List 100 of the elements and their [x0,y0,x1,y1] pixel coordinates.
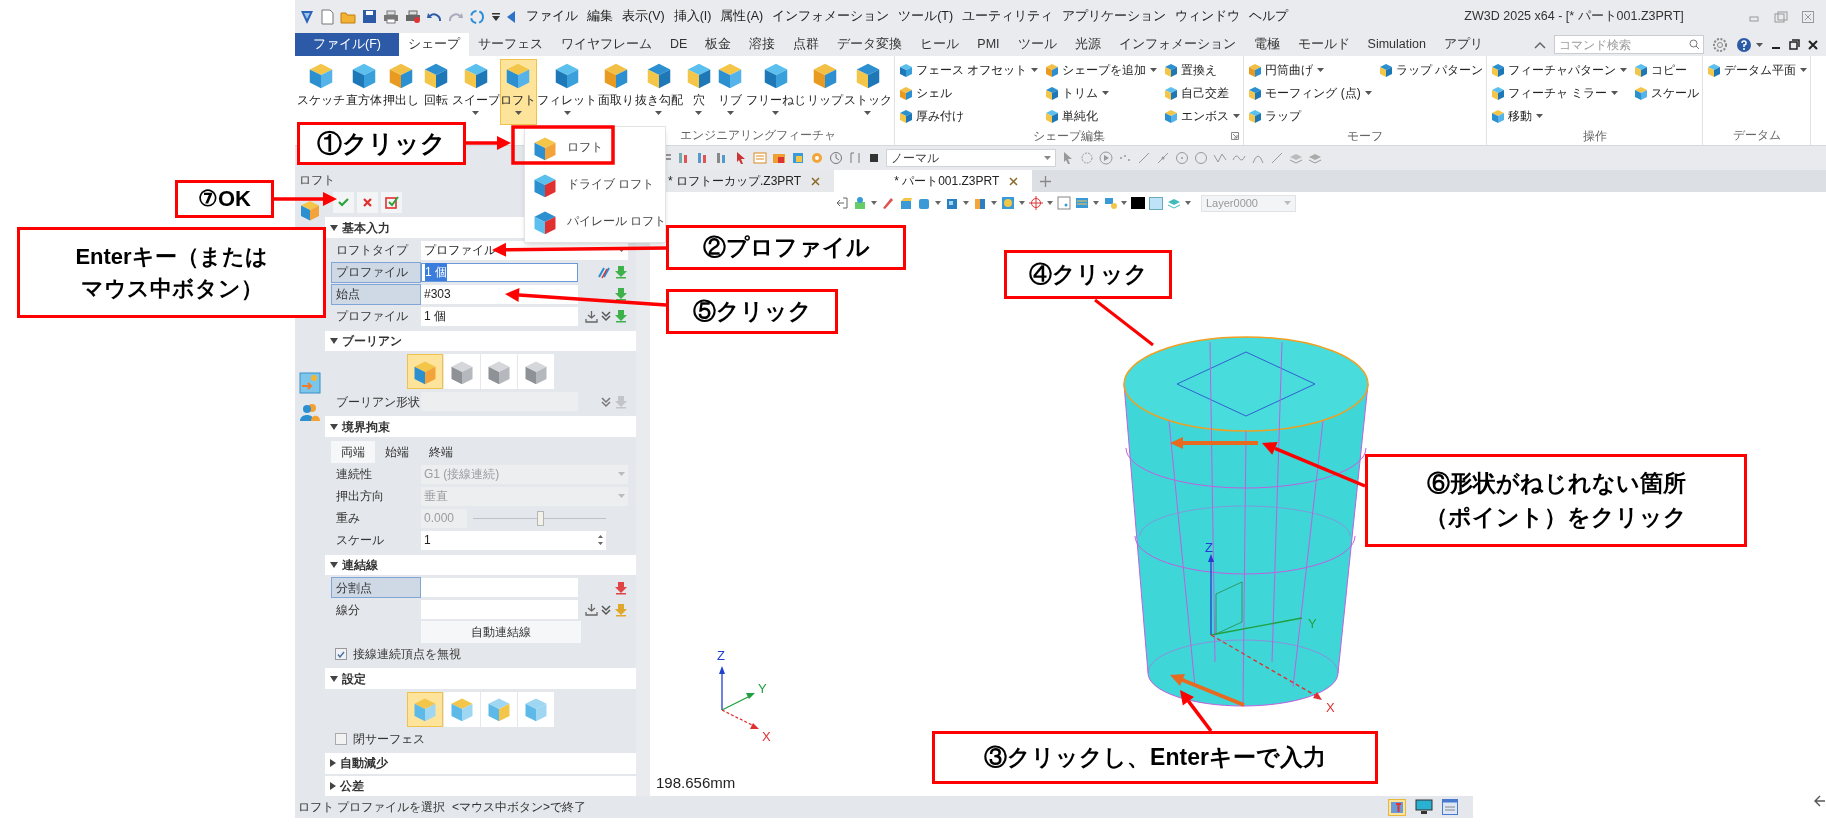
undo-icon[interactable] [427,10,442,23]
line-icon[interactable] [1137,151,1151,165]
frame-icon[interactable] [1057,196,1071,210]
option-button[interactable] [518,692,554,727]
ribbon-tab[interactable]: ツール [1008,33,1066,56]
input-field[interactable]: 1 個 [421,262,578,282]
cube-icon[interactable] [917,196,931,210]
menu-item[interactable]: ツール(T) [898,7,954,26]
checkbox[interactable] [335,733,347,745]
ribbon-small-button[interactable]: ラップ パターン [1377,59,1483,80]
file-tab[interactable]: ファイル(F) [295,33,399,56]
ribbon-button[interactable]: 面取り [597,59,635,125]
cube-icon[interactable] [973,196,987,210]
save-icon[interactable] [362,9,377,24]
apply-button[interactable] [381,192,402,214]
restore-icon[interactable] [1789,39,1800,50]
option-button[interactable] [407,354,443,390]
new-file-icon[interactable] [321,8,334,25]
list-icon[interactable] [753,151,767,165]
users-icon[interactable] [299,402,321,422]
caret-icon[interactable] [1121,201,1127,205]
window-icon[interactable] [1442,799,1458,815]
help-icon[interactable] [1736,36,1752,53]
layers-icon[interactable] [1289,151,1303,165]
option-button[interactable] [481,692,517,727]
ribbon-button[interactable]: 回転 [419,59,452,125]
menu-item[interactable]: インフォメーション [772,7,890,26]
coin-icon[interactable] [1001,196,1015,210]
checkbox[interactable] [335,648,347,661]
ribbon-tab[interactable]: 溶接 [740,33,785,56]
ribbon-small-button[interactable]: フェース オフセット [898,59,1039,80]
ribbon-small-button[interactable]: シェル [898,82,1039,103]
caret-icon[interactable] [1093,201,1099,205]
section-header[interactable]: ブーリアン [342,332,402,351]
layout-icon[interactable] [1388,798,1406,816]
menu-item[interactable]: ユーティリティ [962,7,1054,26]
expanded-icon[interactable] [330,338,338,345]
ribbon-small-button[interactable]: 円筒曲げ [1247,59,1372,80]
ribbon-small-button[interactable]: トリム [1044,82,1158,103]
menu-item[interactable]: 属性(A) [720,7,764,26]
ribbon-button[interactable]: フィレット [537,59,598,125]
ribbon-tab[interactable]: Simulation [1358,33,1435,56]
caret-icon[interactable] [935,201,941,205]
menu-item[interactable]: ヘルプ [1249,7,1289,26]
ribbon-button[interactable]: 抜き勾配 [634,59,684,125]
input-field[interactable] [421,578,578,598]
ribbon-small-button[interactable]: ラップ [1247,105,1372,126]
settings-icon[interactable] [1712,36,1728,53]
folder-icon[interactable] [340,9,356,24]
option-button[interactable] [444,354,480,390]
ribbon-button[interactable]: ストック [843,59,893,125]
app-logo-icon[interactable] [299,8,315,25]
cube-icon[interactable] [899,196,913,210]
download-icon[interactable] [585,603,598,617]
ribbon-tab[interactable]: 板金 [696,33,741,56]
download-icon[interactable] [585,309,598,323]
pencil-icon[interactable] [881,196,895,210]
menu-item[interactable]: 表示(V) [622,7,665,26]
dropdown-icon[interactable] [491,11,501,22]
redo-icon[interactable] [448,10,463,23]
section-header[interactable]: 基本入力 [342,218,390,237]
ribbon-small-button[interactable]: データム平面 [1706,59,1807,80]
ribbon-small-button[interactable]: エンボス [1163,105,1241,126]
ribbon-button[interactable]: スケッチ [297,59,346,125]
clock-icon[interactable] [829,151,843,165]
slider[interactable] [473,508,606,528]
play-icon[interactable] [1099,151,1113,165]
caret-icon[interactable] [991,201,997,205]
document-tab[interactable]: * パート001.Z3PRT [834,170,1033,192]
menu-item[interactable]: ロフト [525,129,665,166]
ribbon-small-button[interactable]: コピー [1633,59,1699,80]
ribbon-small-button[interactable]: シェープを追加 [1044,59,1158,80]
circle-icon[interactable] [1194,151,1208,165]
cube-icon[interactable] [945,196,959,210]
option-button[interactable] [518,354,554,390]
ribbon-small-button[interactable]: モーフィング (点) [1247,82,1372,103]
menu-item[interactable]: ウィンドウ [1175,7,1241,26]
expanded-icon[interactable] [330,423,338,430]
circle-icon[interactable] [1175,151,1189,165]
ribbon-tab[interactable]: データ変換 [828,33,912,56]
ribbon-tab[interactable]: サーフェス [468,33,552,56]
ribbon-button[interactable]: リップ [806,59,844,125]
input-field[interactable]: 1 個 [421,306,578,326]
menu-item[interactable]: 挿入(I) [673,7,712,26]
menu-item[interactable]: ファイル [526,7,578,26]
option-button[interactable] [444,692,480,727]
tab[interactable]: 始端 [375,440,419,463]
ribbon-small-button[interactable]: スケール [1633,82,1699,103]
ribbon-tab[interactable]: インフォメーション [1109,33,1245,56]
menu-item[interactable]: アプリケーション [1062,7,1167,26]
ribbon-tab[interactable]: 点群 [784,33,829,56]
filled-square-icon[interactable] [1131,196,1145,210]
tab[interactable]: 両端 [331,440,375,463]
cursor-arrow-icon[interactable] [1812,794,1826,808]
auto-connect-button[interactable]: 自動連結線 [421,621,581,644]
render-mode-dropdown[interactable]: ノーマル [886,149,1056,167]
expanded-icon[interactable] [330,675,338,682]
folder-icon[interactable] [772,151,786,165]
ribbon-button[interactable]: 穴 [683,59,715,125]
ribbon-small-button[interactable]: 移動 [1490,105,1627,126]
